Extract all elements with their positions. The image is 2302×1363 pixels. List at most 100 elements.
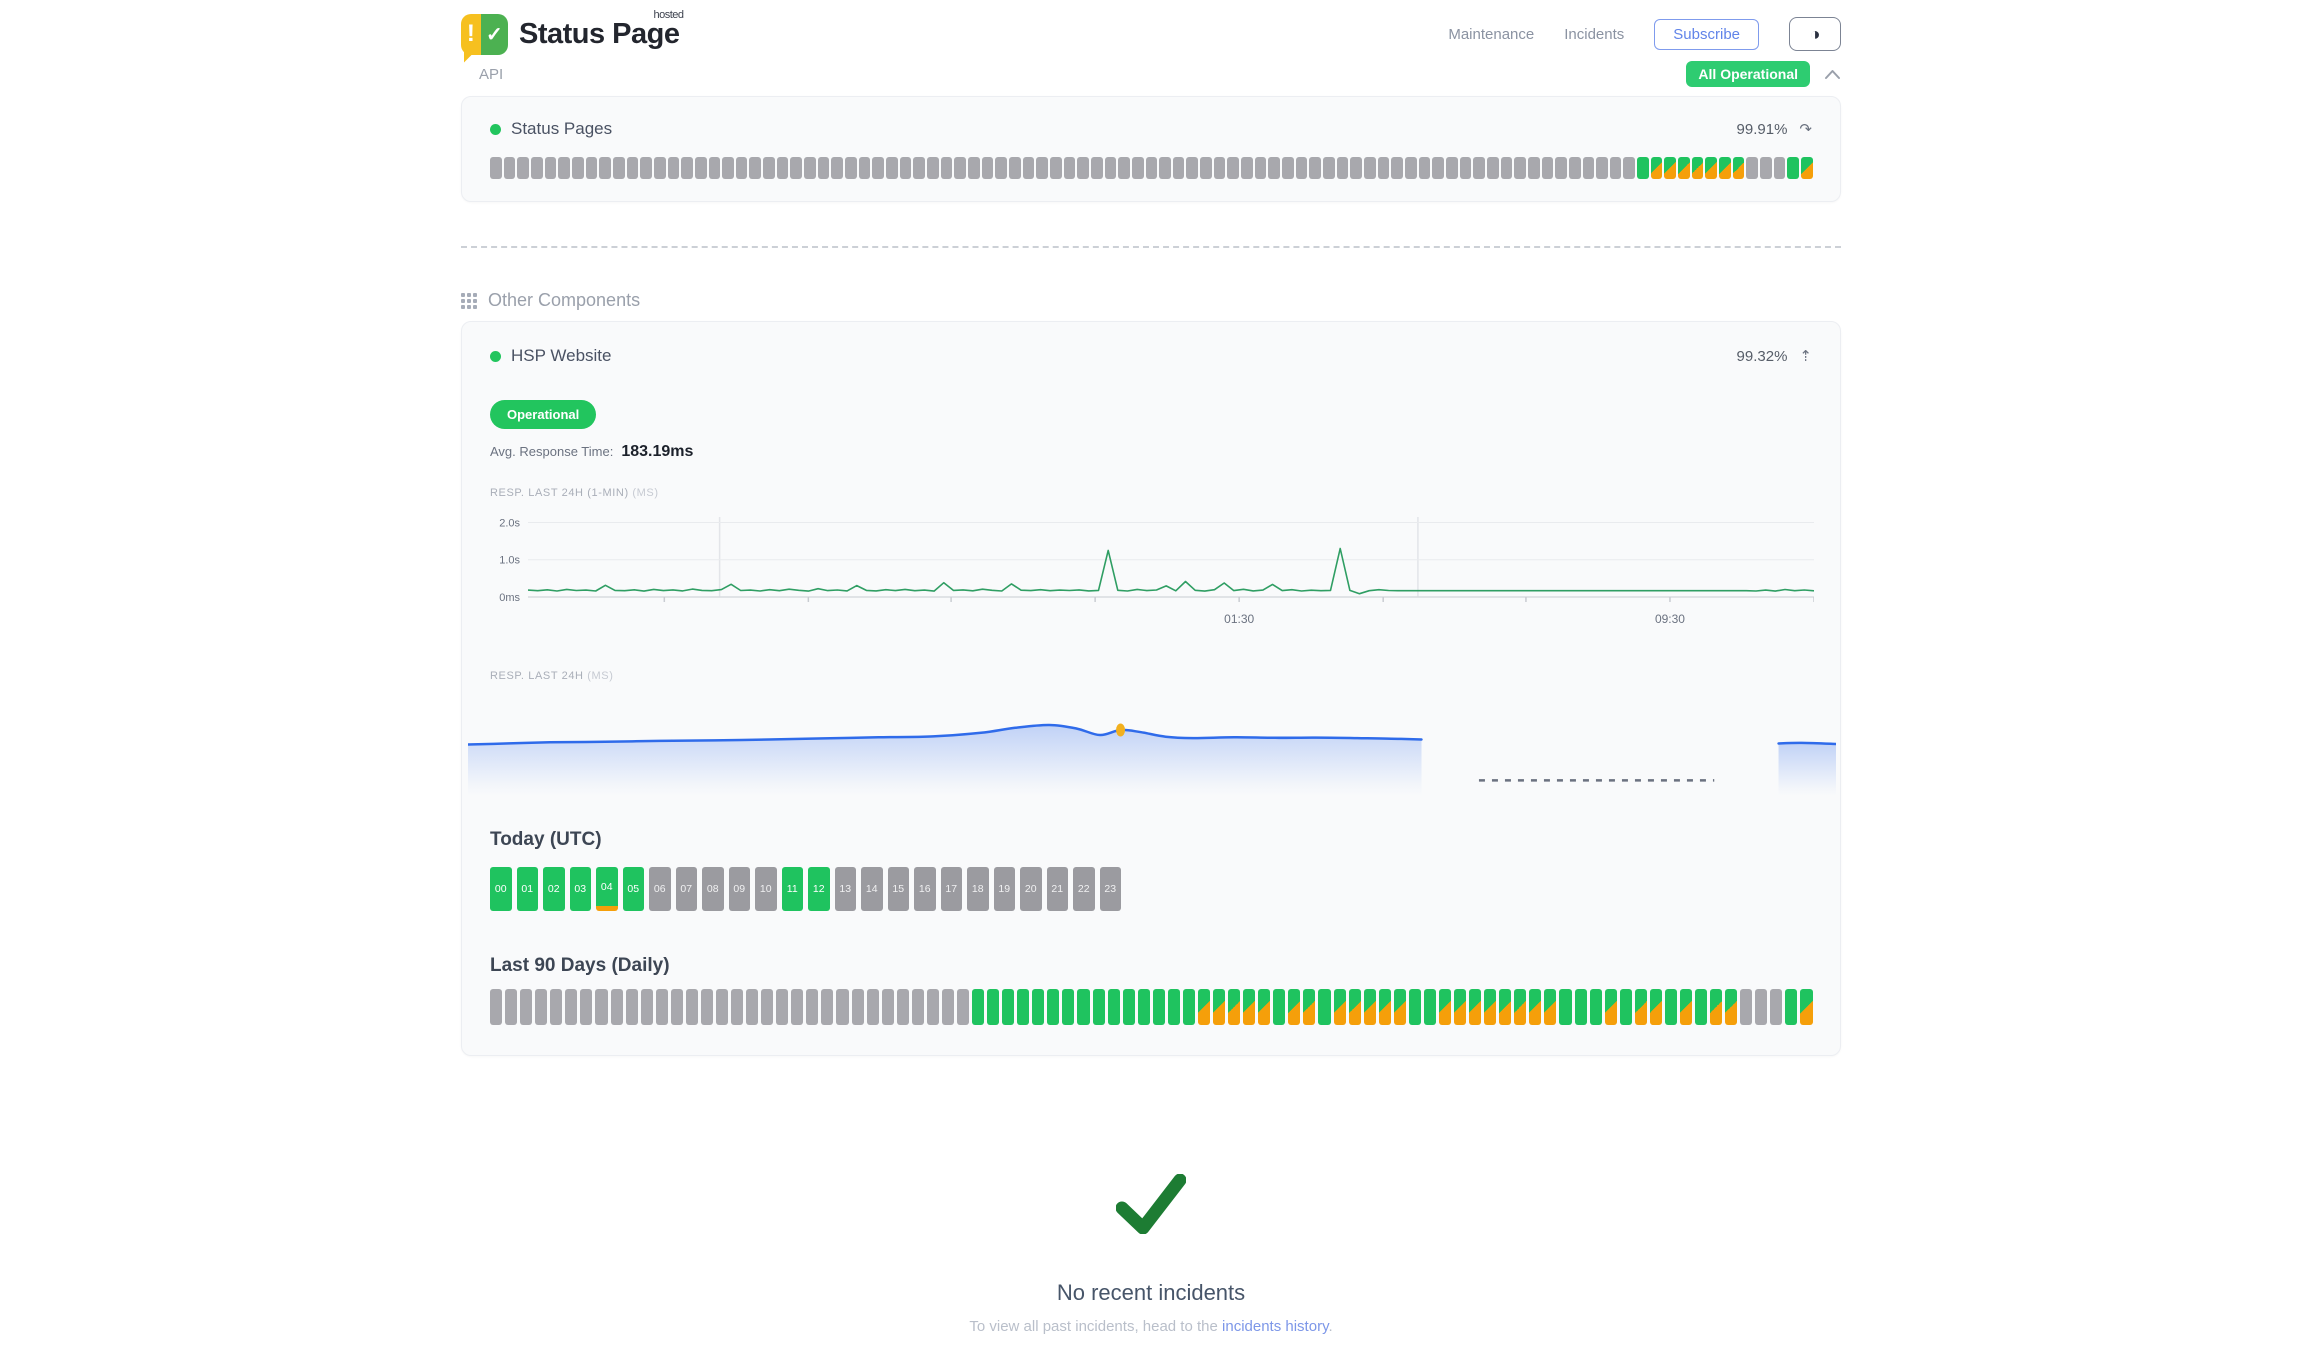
uptime-bar-nodata[interactable] (1770, 989, 1782, 1025)
uptime-bar-operational[interactable] (1077, 989, 1089, 1025)
resp-1min-chart[interactable]: 2.0s1.0s0ms01:3009:30 (490, 509, 1814, 635)
uptime-bar-nodata[interactable] (912, 989, 924, 1025)
uptime-bar-operational[interactable] (1590, 989, 1602, 1025)
uptime-bar-operational[interactable] (987, 989, 999, 1025)
uptime-bar-nodata[interactable] (535, 989, 547, 1025)
uptime-bar-operational[interactable] (1620, 989, 1632, 1025)
uptime-bar-nodata[interactable] (1432, 157, 1444, 179)
uptime-bar-degraded[interactable] (1635, 989, 1647, 1025)
hour-block-07[interactable]: 07 (676, 867, 698, 911)
uptime-bar-nodata[interactable] (520, 989, 532, 1025)
uptime-bar-nodata[interactable] (1200, 157, 1212, 179)
uptime-bar-degraded[interactable] (1544, 989, 1556, 1025)
resp-24h-chart[interactable] (468, 694, 1836, 796)
uptime-bar-degraded[interactable] (1514, 989, 1526, 1025)
uptime-bar-operational[interactable] (1575, 989, 1587, 1025)
uptime-bar-nodata[interactable] (954, 157, 966, 179)
uptime-bar-operational[interactable] (1695, 989, 1707, 1025)
uptime-bar-degraded[interactable] (1213, 989, 1225, 1025)
uptime-bar-nodata[interactable] (545, 157, 557, 179)
uptime-bar-nodata[interactable] (1214, 157, 1226, 179)
uptime-bar-nodata[interactable] (1378, 157, 1390, 179)
uptime-bar-degraded[interactable] (1379, 989, 1391, 1025)
uptime-bar-nodata[interactable] (716, 989, 728, 1025)
hour-block-18[interactable]: 18 (967, 867, 989, 911)
uptime-bar-operational[interactable] (1032, 989, 1044, 1025)
uptime-bar-nodata[interactable] (995, 157, 1007, 179)
hour-block-02[interactable]: 02 (543, 867, 565, 911)
uptime-bar-operational[interactable] (1002, 989, 1014, 1025)
uptime-bar-nodata[interactable] (1419, 157, 1431, 179)
uptime-bar-operational[interactable] (1017, 989, 1029, 1025)
uptime-bar-nodata[interactable] (613, 157, 625, 179)
uptime-bar-nodata[interactable] (1323, 157, 1335, 179)
hour-block-12[interactable]: 12 (808, 867, 830, 911)
uptime-bar-operational[interactable] (1168, 989, 1180, 1025)
subscribe-button[interactable]: Subscribe (1654, 19, 1759, 50)
uptime-bar-nodata[interactable] (1501, 157, 1513, 179)
uptime-bar-operational[interactable] (1153, 989, 1165, 1025)
uptime-bar-nodata[interactable] (1186, 157, 1198, 179)
uptime-bar-degraded[interactable] (1484, 989, 1496, 1025)
uptime-bar-nodata[interactable] (1760, 157, 1772, 179)
uptime-bar-degraded[interactable] (1650, 989, 1662, 1025)
uptime-bar-operational[interactable] (1785, 989, 1797, 1025)
uptime-bar-nodata[interactable] (595, 989, 607, 1025)
uptime-bar-degraded[interactable] (1243, 989, 1255, 1025)
uptime-bar-nodata[interactable] (845, 157, 857, 179)
uptime-bar-nodata[interactable] (1405, 157, 1417, 179)
uptime-bar-nodata[interactable] (1555, 157, 1567, 179)
uptime-bar-degraded[interactable] (1680, 989, 1692, 1025)
refresh-icon[interactable]: ↷ (1799, 120, 1812, 138)
uptime-bar-nodata[interactable] (1774, 157, 1786, 179)
uptime-bar-nodata[interactable] (886, 157, 898, 179)
uptime-bar-nodata[interactable] (1623, 157, 1635, 179)
uptime-bar-nodata[interactable] (927, 157, 939, 179)
uptime-bar-nodata[interactable] (1487, 157, 1499, 179)
uptime-bar-degraded[interactable] (1692, 157, 1704, 179)
uptime-bar-nodata[interactable] (531, 157, 543, 179)
uptime-bar-operational[interactable] (1424, 989, 1436, 1025)
uptime-bar-degraded[interactable] (1800, 989, 1812, 1025)
uptime-bar-nodata[interactable] (681, 157, 693, 179)
uptime-bar-degraded[interactable] (1664, 157, 1676, 179)
uptime-bar-nodata[interactable] (804, 157, 816, 179)
uptime-bar-degraded[interactable] (1705, 157, 1717, 179)
uptime-bar-nodata[interactable] (490, 157, 502, 179)
uptime-bar-nodata[interactable] (790, 157, 802, 179)
uptime-bar-nodata[interactable] (1391, 157, 1403, 179)
uptime-bar-nodata[interactable] (505, 989, 517, 1025)
uptime-bar-nodata[interactable] (1282, 157, 1294, 179)
uptime-bar-nodata[interactable] (1023, 157, 1035, 179)
uptime-bar-nodata[interactable] (942, 989, 954, 1025)
uptime-bar-nodata[interactable] (1337, 157, 1349, 179)
uptime-bar-degraded[interactable] (1334, 989, 1346, 1025)
uptime-bar-nodata[interactable] (1309, 157, 1321, 179)
uptime-bar-nodata[interactable] (517, 157, 529, 179)
uptime-bar-nodata[interactable] (1528, 157, 1540, 179)
uptime-bar-nodata[interactable] (867, 989, 879, 1025)
uptime-bar-nodata[interactable] (897, 989, 909, 1025)
uptime-bar-nodata[interactable] (1542, 157, 1554, 179)
uptime-bar-degraded[interactable] (1529, 989, 1541, 1025)
uptime-bar-nodata[interactable] (626, 989, 638, 1025)
uptime-bar-nodata[interactable] (1255, 157, 1267, 179)
uptime-bar-nodata[interactable] (709, 157, 721, 179)
uptime-bar-nodata[interactable] (1364, 157, 1376, 179)
uptime-bar-nodata[interactable] (852, 989, 864, 1025)
uptime-bar-nodata[interactable] (722, 157, 734, 179)
uptime-bar-nodata[interactable] (900, 157, 912, 179)
hour-block-08[interactable]: 08 (702, 867, 724, 911)
uptime-bar-degraded[interactable] (1605, 989, 1617, 1025)
uptime-bar-nodata[interactable] (1036, 157, 1048, 179)
uptime-bar-nodata[interactable] (1227, 157, 1239, 179)
uptime-bar-nodata[interactable] (1091, 157, 1103, 179)
uptime-bar-nodata[interactable] (572, 157, 584, 179)
hour-block-10[interactable]: 10 (755, 867, 777, 911)
uptime-bar-nodata[interactable] (806, 989, 818, 1025)
uptime-bar-operational[interactable] (1559, 989, 1571, 1025)
hour-block-21[interactable]: 21 (1047, 867, 1069, 911)
uptime-bar-nodata[interactable] (776, 989, 788, 1025)
uptime-bar-degraded[interactable] (1349, 989, 1361, 1025)
hour-block-06[interactable]: 06 (649, 867, 671, 911)
